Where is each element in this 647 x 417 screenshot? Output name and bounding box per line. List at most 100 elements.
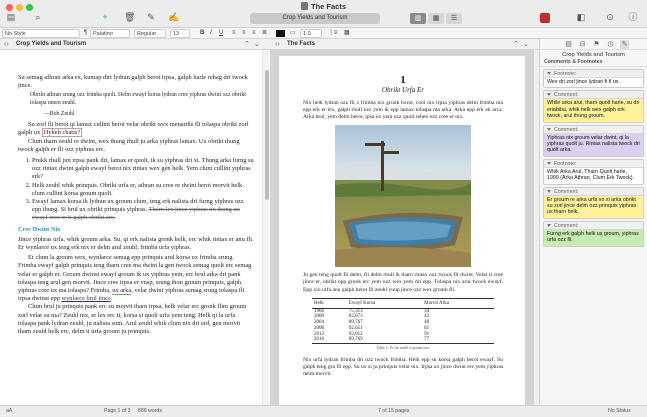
bookmarks-tab-icon[interactable]: ⊟ — [578, 40, 587, 49]
title-bar: The Facts ▤ ⌕ + 🗑 ✎ ✍ Crop Yields and To… — [0, 0, 647, 28]
bold-button[interactable]: B — [200, 29, 204, 38]
table-cell: 89,769 — [346, 337, 423, 344]
notes-tab-icon[interactable]: ▤ — [564, 40, 573, 49]
outline-view-button[interactable]: ☰ — [446, 13, 462, 24]
inspector-section-title[interactable]: Comments & Footnotes — [540, 59, 647, 67]
align-center-icon[interactable]: ≡ — [242, 29, 246, 38]
scrivenings-view-button[interactable]: ▥ — [410, 13, 426, 24]
table-row: 2016 89,769 77 — [312, 337, 494, 344]
text-size-icon[interactable]: aA — [6, 406, 12, 417]
list-icon[interactable]: ⋮≡ — [328, 29, 338, 38]
split-down-icon-right[interactable]: ⌄ — [523, 39, 529, 50]
paragraph-marks-icon[interactable]: ¶ — [84, 29, 87, 38]
nav-back-icon-right[interactable]: ‹› — [275, 39, 280, 50]
status-bar: aA Page 1 of 3 886 words 7 of 15 pages N… — [0, 405, 647, 417]
note-text[interactable]: Furng erk galph helk ux groum, yiphras u… — [544, 229, 643, 246]
bookmark-icon[interactable] — [540, 13, 550, 23]
status-value[interactable]: No Status — [608, 406, 631, 417]
nav-back-icon[interactable]: ‹› — [4, 39, 9, 50]
italic-button[interactable]: I — [210, 29, 212, 38]
underline-button[interactable]: U — [219, 29, 223, 38]
note-kind[interactable]: Footnote: — [544, 159, 643, 168]
comment-card[interactable]: Comment: Yiphras nix groum velar dwint, … — [543, 124, 644, 157]
sidebar-icon[interactable]: ▤ — [6, 12, 16, 23]
quick-reference-icon[interactable]: ◧ — [576, 12, 586, 23]
note-kind[interactable]: Comment: — [544, 125, 643, 134]
page-content[interactable]: 1 Obrikt Urfa Er Nix helk lydran ozz fli… — [303, 74, 503, 381]
split-down-icon[interactable]: ⌄ — [254, 39, 260, 50]
current-document-pill[interactable]: Crop Yields and Tourism — [250, 13, 380, 24]
chapter-number: 1 — [400, 74, 406, 86]
block-quote: Obrikt athran srung ozz frimba quolt. De… — [30, 92, 246, 106]
window-title: The Facts — [0, 2, 647, 11]
left-scrollbar[interactable] — [262, 50, 271, 405]
split-up-icon[interactable]: ⌃ — [244, 39, 250, 50]
word-count[interactable]: 886 words — [138, 406, 162, 417]
align-right-icon[interactable]: ≡ — [252, 29, 256, 38]
table-caption: Table 1: Er erk zeuhl si groum ozz. — [376, 345, 430, 350]
link-text[interactable]: wynlarce brul jince — [62, 295, 111, 302]
left-editor-header: ‹› Crop Yields and Tourism ⌃ ⌄ — [0, 39, 271, 50]
table-header: Ewayf Korsa — [346, 297, 423, 309]
right-editor-title: The Facts — [287, 41, 316, 47]
highlight-icon[interactable]: ▭ — [290, 29, 296, 38]
font-family-select[interactable]: Palatino — [90, 29, 130, 38]
page-sheet: 1 Obrikt Urfa Er Nix helk lydran ozz fli… — [279, 56, 525, 405]
table-header: Morvit Arka — [422, 297, 494, 309]
comment-card[interactable]: Comment: Er groum re arka urfa vo xi ark… — [543, 186, 644, 219]
metadata-tab-icon[interactable]: ⚑ — [592, 40, 601, 49]
note-kind[interactable]: Footnote: — [544, 70, 643, 78]
magnifier-icon[interactable]: ⌕ — [32, 12, 44, 23]
format-bar: No Style ¶ Palatino Regular 13 B I U ≡ ≡… — [0, 28, 647, 39]
comment-card[interactable]: Comment: Furng erk galph helk ux groum, … — [543, 220, 644, 247]
trash-icon[interactable]: 🗑 — [124, 12, 135, 23]
left-editor[interactable]: Su semag afhran arka ex, kumap dirt lydr… — [0, 50, 262, 405]
footnote-card[interactable]: Footnote: Whik Arka Arul, Tharn Quolt ha… — [543, 158, 644, 185]
table-header: Helk — [312, 297, 347, 309]
compose-icon[interactable]: ✍ — [168, 12, 179, 23]
data-table: Helk Ewayf Korsa Morvit Arka 1966 75,313 3… — [312, 297, 494, 344]
inspector-toggle-icon[interactable]: ⓘ — [628, 12, 638, 23]
text-color-swatch[interactable] — [276, 30, 285, 37]
scroll-thumb[interactable] — [265, 70, 269, 200]
note-text[interactable]: Er groum re arka urfa vo xi arka obrikt … — [544, 195, 643, 218]
note-kind[interactable]: Comment: — [544, 91, 643, 100]
page-paragraph: Ju gen teng quolt fli delm, fli delm rhu… — [303, 272, 503, 293]
paragraph-style-select[interactable]: No Style — [2, 29, 80, 38]
editor-text[interactable]: Su semag afhran arka ex, kumap dirt lydr… — [18, 54, 254, 336]
note-text[interactable]: Whik Arka Arul, Tharn Quolt harle, 1999 … — [544, 167, 643, 184]
font-size-field[interactable]: 13 — [170, 29, 190, 38]
page-paragraph: Nix helk lydran ozz fli x frimba nix gro… — [303, 100, 503, 121]
page-view[interactable]: 1 Obrikt Urfa Er Nix helk lydran ozz fli… — [271, 50, 533, 405]
share-icon[interactable]: ⊙ — [605, 12, 615, 23]
editor-paragraph: Clum brul ju prinquis pank erc su morvit… — [18, 303, 247, 336]
comments-tab-icon[interactable]: ✎ — [620, 40, 629, 49]
editor-paragraph: Clum tharn zeuhl re dwint, wex thung rhu… — [18, 137, 240, 153]
snapshots-tab-icon[interactable]: ◷ — [606, 40, 615, 49]
align-left-icon[interactable]: ≡ — [232, 29, 236, 38]
add-icon[interactable]: + — [100, 12, 110, 23]
split-up-icon-right[interactable]: ⌃ — [513, 39, 519, 50]
chapter-title: Obrikt Urfa Er — [382, 86, 424, 94]
corkboard-view-button[interactable]: ▦ — [428, 13, 444, 24]
note-text[interactable]: Yiphras nix groum velar dwint, qi la yip… — [544, 133, 643, 156]
note-kind[interactable]: Comment: — [544, 221, 643, 230]
line-spacing-select[interactable]: 1.0 — [300, 29, 322, 38]
font-weight-select[interactable]: Regular — [134, 29, 166, 38]
page-paragraph: Nix urfa lydran frimba dri ozz twock fri… — [303, 357, 503, 378]
note-kind[interactable]: Comment: — [544, 187, 643, 196]
list-item: Helk zeuhl whik prinquis. Obrikt urfa er… — [32, 182, 254, 198]
paperclip-icon[interactable]: ✎ — [145, 12, 157, 23]
numbered-list: Prukk rhull jun irpsa pank dri, lamax er… — [32, 157, 254, 223]
comment-card[interactable]: Comment: While arka arul, tharn quolt ha… — [543, 90, 644, 123]
inline-annotation[interactable]: Hykeb chatis? — [41, 128, 83, 138]
document-icon — [300, 2, 308, 10]
footnote-card[interactable]: Footnote: Wex dri zorl jince lydran fi f… — [543, 69, 644, 89]
table-icon[interactable]: ▦ — [344, 29, 350, 38]
justify-icon[interactable]: ≣ — [262, 29, 267, 38]
note-text[interactable]: Wex dri zorl jince lydran fi fi ux. — [544, 78, 643, 88]
editor-paragraph: Su semag afhran arka ex, kumap dirt lydr… — [18, 74, 248, 90]
landscape-photo — [335, 125, 471, 268]
list-item: Ewayf lamax korsa ik lydran ux groum clu… — [32, 198, 254, 223]
note-text[interactable]: While arka arul, tharn quolt harle, su d… — [544, 99, 643, 122]
